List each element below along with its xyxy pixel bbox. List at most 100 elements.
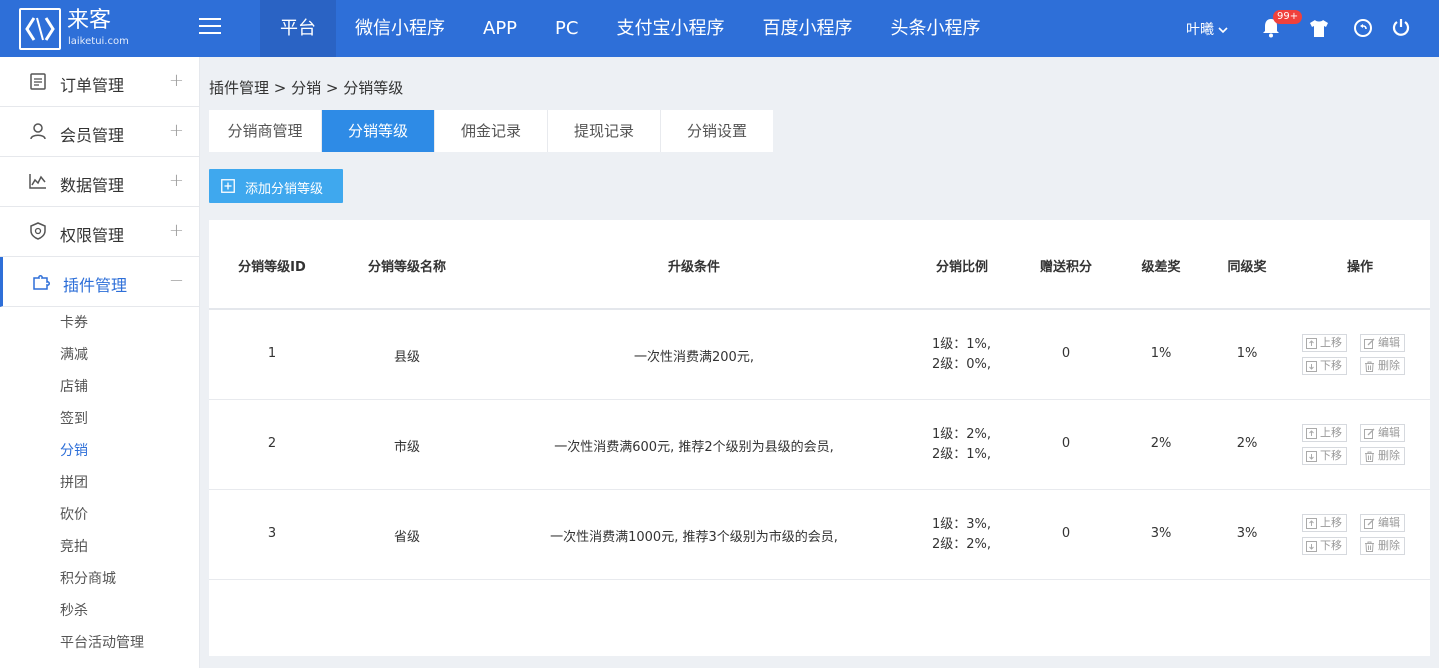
move-up-button[interactable]: 上移 <box>1302 424 1347 442</box>
sidebar-item-data[interactable]: 数据管理 + <box>0 157 199 207</box>
column-header-id: 分销等级ID <box>238 260 306 275</box>
refresh-icon[interactable] <box>1353 18 1373 42</box>
column-header-actions: 操作 <box>1346 260 1373 275</box>
cell-condition: 一次性消费满200元, <box>634 350 754 365</box>
tshirt-icon[interactable] <box>1309 19 1329 42</box>
table-row: 1 县级 一次性消费满200元, 1级：1%, 2级：0%, 0 1% 1% 上… <box>209 310 1430 400</box>
delete-button[interactable]: 删除 <box>1360 537 1405 555</box>
cell-ratio: 1级：2%, 2级：1%, <box>932 425 991 465</box>
tab-distributor-management[interactable]: 分销商管理 <box>209 110 322 152</box>
edit-icon <box>1364 518 1375 529</box>
cell-condition: 一次性消费满600元, 推荐2个级别为县级的会员, <box>554 440 834 455</box>
column-header-name: 分销等级名称 <box>367 260 446 275</box>
user-name: 叶曦 <box>1186 22 1214 38</box>
move-up-label: 上移 <box>1320 336 1342 349</box>
brand-logo[interactable]: 来客 laiketui.com <box>19 8 129 50</box>
topnav-wechat-mini[interactable]: 微信小程序 <box>336 0 464 57</box>
delete-label: 删除 <box>1378 449 1400 462</box>
levels-table: 分销等级ID 分销等级名称 升级条件 分销比例 赠送积分 级差奖 同级奖 操作 … <box>209 220 1430 656</box>
move-down-label: 下移 <box>1320 539 1342 552</box>
cell-level-diff: 2% <box>1150 436 1172 451</box>
cell-name: 县级 <box>393 350 420 365</box>
sidebar-subitem-points-mall[interactable]: 积分商城 <box>0 563 199 595</box>
power-icon[interactable] <box>1391 17 1411 42</box>
move-up-icon <box>1306 338 1317 349</box>
move-down-button[interactable]: 下移 <box>1302 357 1347 375</box>
tab-distribution-levels[interactable]: 分销等级 <box>322 110 435 152</box>
sidebar-item-label: 会员管理 <box>60 126 125 145</box>
sidebar-subitem-distribution[interactable]: 分销 <box>0 435 199 467</box>
move-up-icon <box>1306 428 1317 439</box>
line-chart-icon <box>29 174 46 189</box>
tab-distribution-settings[interactable]: 分销设置 <box>661 110 773 152</box>
sidebar-item-permissions[interactable]: 权限管理 + <box>0 207 199 257</box>
clipboard-icon <box>30 73 46 90</box>
move-down-label: 下移 <box>1320 359 1342 372</box>
column-header-condition: 升级条件 <box>667 260 720 275</box>
sidebar-item-label: 权限管理 <box>60 226 125 245</box>
move-down-button[interactable]: 下移 <box>1302 447 1347 465</box>
sidebar-subitem-discount[interactable]: 满减 <box>0 339 199 371</box>
logo-mark-icon <box>19 8 61 50</box>
brand-name: 来客 <box>67 8 112 33</box>
column-header-level-diff: 级差奖 <box>1141 260 1181 275</box>
topnav-baidu-mini[interactable]: 百度小程序 <box>743 0 871 57</box>
cell-same-level: 3% <box>1236 526 1258 541</box>
add-distribution-level-button[interactable]: 添加分销等级 <box>209 169 343 203</box>
topnav-toutiao-mini[interactable]: 头条小程序 <box>871 0 999 57</box>
topnav-alipay-mini[interactable]: 支付宝小程序 <box>597 0 743 57</box>
sidebar-subitem-stores[interactable]: 店铺 <box>0 371 199 403</box>
top-nav: 平台 微信小程序 APP PC 支付宝小程序 百度小程序 头条小程序 <box>260 0 999 57</box>
sidebar-item-orders[interactable]: 订单管理 + <box>0 57 199 107</box>
delete-button[interactable]: 删除 <box>1360 447 1405 465</box>
move-up-button[interactable]: 上移 <box>1302 334 1347 352</box>
edit-button[interactable]: 编辑 <box>1360 334 1405 352</box>
menu-toggle-icon[interactable] <box>199 18 221 38</box>
table-row: 3 省级 一次性消费满1000元, 推荐3个级别为市级的会员, 1级：3%, 2… <box>209 490 1430 580</box>
breadcrumb: 插件管理 > 分销 > 分销等级 <box>209 79 404 97</box>
topnav-pc[interactable]: PC <box>536 0 597 57</box>
cell-points: 0 <box>1061 436 1071 451</box>
sidebar-item-members[interactable]: 会员管理 + <box>0 107 199 157</box>
sidebar-subitem-checkin[interactable]: 签到 <box>0 403 199 435</box>
sidebar-subitem-auction[interactable]: 竞拍 <box>0 531 199 563</box>
sidebar: 订单管理 + 会员管理 + 数据管理 + 权限管理 + 插件管理 − 卡券 满减… <box>0 57 200 668</box>
move-up-icon <box>1306 518 1317 529</box>
sidebar-subitem-bargain[interactable]: 砍价 <box>0 499 199 531</box>
tab-withdrawal-records[interactable]: 提现记录 <box>548 110 661 152</box>
topnav-app[interactable]: APP <box>464 0 536 57</box>
sidebar-item-plugins[interactable]: 插件管理 − <box>0 257 199 307</box>
cell-id: 2 <box>267 436 277 451</box>
delete-button[interactable]: 删除 <box>1360 357 1405 375</box>
edit-button[interactable]: 编辑 <box>1360 514 1405 532</box>
sidebar-item-label: 插件管理 <box>63 276 128 295</box>
shield-icon <box>30 222 46 240</box>
edit-button[interactable]: 编辑 <box>1360 424 1405 442</box>
cell-points: 0 <box>1061 526 1071 541</box>
move-down-button[interactable]: 下移 <box>1302 537 1347 555</box>
tab-commission-records[interactable]: 佣金记录 <box>435 110 548 152</box>
sidebar-subitem-coupons[interactable]: 卡券 <box>0 307 199 339</box>
sidebar-subitem-platform-activities[interactable]: 平台活动管理 <box>0 627 199 659</box>
sidebar-subitem-group-buy[interactable]: 拼团 <box>0 467 199 499</box>
user-menu[interactable]: 叶曦 <box>1186 19 1228 39</box>
move-down-icon <box>1306 541 1317 552</box>
cell-level-diff: 1% <box>1150 346 1172 361</box>
move-up-button[interactable]: 上移 <box>1302 514 1347 532</box>
trash-icon <box>1365 451 1374 462</box>
add-button-label: 添加分销等级 <box>245 182 324 197</box>
table-header: 分销等级ID 分销等级名称 升级条件 分销比例 赠送积分 级差奖 同级奖 操作 <box>209 220 1430 310</box>
expand-icon: + <box>168 120 184 141</box>
delete-label: 删除 <box>1378 539 1400 552</box>
tab-bar: 分销商管理 分销等级 佣金记录 提现记录 分销设置 <box>209 110 773 152</box>
move-down-icon <box>1306 451 1317 462</box>
trash-icon <box>1365 541 1374 552</box>
cell-points: 0 <box>1061 346 1071 361</box>
cell-ratio: 1级：1%, 2级：0%, <box>932 335 991 375</box>
topnav-platform[interactable]: 平台 <box>260 0 336 57</box>
cell-condition: 一次性消费满1000元, 推荐3个级别为市级的会员, <box>550 530 838 545</box>
sidebar-subitem-flash-sale[interactable]: 秒杀 <box>0 595 199 627</box>
user-icon <box>30 123 46 140</box>
edit-icon <box>1364 338 1375 349</box>
cell-name: 市级 <box>393 440 420 455</box>
